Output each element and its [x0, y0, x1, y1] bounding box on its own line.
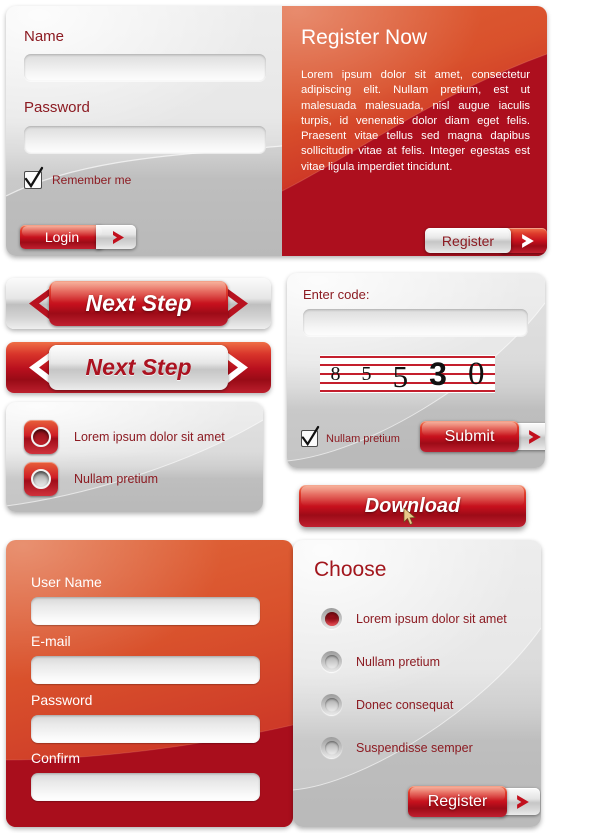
choose-option-1[interactable]: Nullam pretium: [321, 651, 440, 672]
captcha-digit-2: 5: [392, 358, 409, 393]
next-step-red-button[interactable]: Next Step: [49, 281, 228, 326]
captcha-digit-0: 8: [330, 363, 341, 385]
captcha-digit-1: 5: [361, 363, 372, 385]
radio-icon-unselected[interactable]: [321, 694, 342, 715]
login-button-arrow-tab[interactable]: [96, 225, 136, 249]
next-step-arrow-right-icon[interactable]: [226, 288, 260, 320]
cursor-pointer-icon: [403, 507, 416, 525]
captcha-checkbox-label: Nullam pretium: [326, 432, 400, 445]
choose-register-label: Register: [427, 792, 488, 810]
choose-option-2-label: Donec consequat: [356, 697, 454, 712]
arrow-right-icon: [529, 429, 541, 444]
register-button[interactable]: Register: [425, 228, 547, 253]
choose-panel: Choose Lorem ipsum dolor sit amet Nullam…: [293, 540, 541, 827]
email-label: E-mail: [31, 633, 71, 649]
captcha-digit-3: 3: [429, 356, 447, 392]
prev-step-arrow-left-icon[interactable]: [17, 352, 51, 384]
square-radio-option-1-label: Nullam pretium: [74, 472, 159, 486]
choose-option-3-label: Suspendisse semper: [356, 740, 473, 755]
remember-me-checkbox[interactable]: [24, 166, 44, 189]
confirm-label: Confirm: [31, 750, 81, 766]
submit-button-label: Submit: [444, 427, 495, 445]
choose-register-button-face[interactable]: Register: [408, 786, 507, 817]
login-panel: Name Password Remember me Login Register…: [6, 6, 547, 256]
square-radio-icon-unselected[interactable]: [24, 462, 58, 496]
login-button[interactable]: Login: [20, 225, 136, 249]
password-label: Password: [24, 99, 90, 116]
submit-button[interactable]: Submit: [420, 421, 545, 452]
register-now-title: Register Now: [301, 26, 428, 49]
choose-option-1-label: Nullam pretium: [356, 654, 441, 669]
register-form-panel: User Name E-mail Password Confirm: [6, 540, 293, 827]
choose-option-0[interactable]: Lorem ipsum dolor sit amet: [321, 608, 507, 629]
next-step-gray-bar[interactable]: Next Step: [6, 342, 271, 393]
next-step-arrow-right-icon[interactable]: [226, 352, 260, 384]
enter-code-label: Enter code:: [303, 287, 370, 302]
choose-option-3[interactable]: Suspendisse semper: [321, 737, 473, 758]
password-input[interactable]: [31, 715, 260, 743]
password-label: Password: [31, 692, 93, 708]
checkmark-icon: [301, 425, 320, 447]
captcha-input[interactable]: [303, 309, 528, 336]
name-input[interactable]: [24, 54, 266, 81]
square-radio-option-1[interactable]: Nullam pretium: [24, 462, 158, 496]
captcha-checkbox[interactable]: [301, 425, 320, 447]
arrow-right-icon: [521, 233, 534, 248]
name-label: Name: [24, 28, 65, 45]
email-input[interactable]: [31, 656, 260, 684]
password-input[interactable]: [24, 126, 266, 153]
next-step-gray-label: Next Step: [85, 354, 192, 380]
prev-step-arrow-left-icon[interactable]: [17, 288, 51, 320]
login-button-face[interactable]: Login: [20, 225, 104, 249]
remember-me-row[interactable]: Remember me: [24, 166, 132, 189]
next-step-red-bar[interactable]: Next Step: [6, 278, 271, 329]
login-button-label: Login: [44, 229, 80, 245]
square-radio-option-0[interactable]: Lorem ipsum dolor sit amet: [24, 420, 225, 454]
square-radio-option-0-label: Lorem ipsum dolor sit amet: [74, 430, 225, 444]
radio-icon-unselected[interactable]: [321, 651, 342, 672]
captcha-panel: Enter code: 8 5 5 3 0 Nullam pretium Sub…: [287, 273, 545, 468]
confirm-input[interactable]: [31, 773, 260, 801]
register-button-label: Register: [441, 232, 495, 249]
username-label: User Name: [31, 574, 102, 590]
radio-icon-unselected[interactable]: [321, 737, 342, 758]
submit-button-face[interactable]: Submit: [420, 421, 519, 452]
remember-me-label: Remember me: [52, 173, 132, 187]
register-now-body: Lorem ipsum dolor sit amet, consectetur …: [301, 69, 530, 173]
choose-panel-sweep: [293, 627, 541, 827]
arrow-right-icon: [113, 230, 124, 244]
captcha-checkbox-row[interactable]: Nullam pretium: [301, 425, 400, 447]
choose-option-0-label: Lorem ipsum dolor sit amet: [356, 611, 507, 626]
arrow-right-icon: [517, 794, 529, 809]
register-button-face[interactable]: Register: [425, 228, 511, 253]
download-button[interactable]: Download: [299, 485, 526, 527]
username-input[interactable]: [31, 597, 260, 625]
choose-register-button[interactable]: Register: [408, 786, 540, 817]
captcha-digits: 8 5 5 3 0: [320, 355, 495, 393]
square-radio-icon-selected[interactable]: [24, 420, 58, 454]
checkmark-icon: [24, 166, 44, 189]
choose-title: Choose: [314, 558, 387, 581]
choose-option-2[interactable]: Donec consequat: [321, 694, 453, 715]
next-step-red-label: Next Step: [85, 290, 192, 316]
radio-icon-selected[interactable]: [321, 608, 342, 629]
captcha-digit-4: 0: [467, 355, 485, 392]
square-radio-panel: Lorem ipsum dolor sit amet Nullam pretiu…: [6, 402, 263, 512]
captcha-image: 8 5 5 3 0: [320, 355, 495, 393]
next-step-gray-button[interactable]: Next Step: [49, 345, 228, 390]
